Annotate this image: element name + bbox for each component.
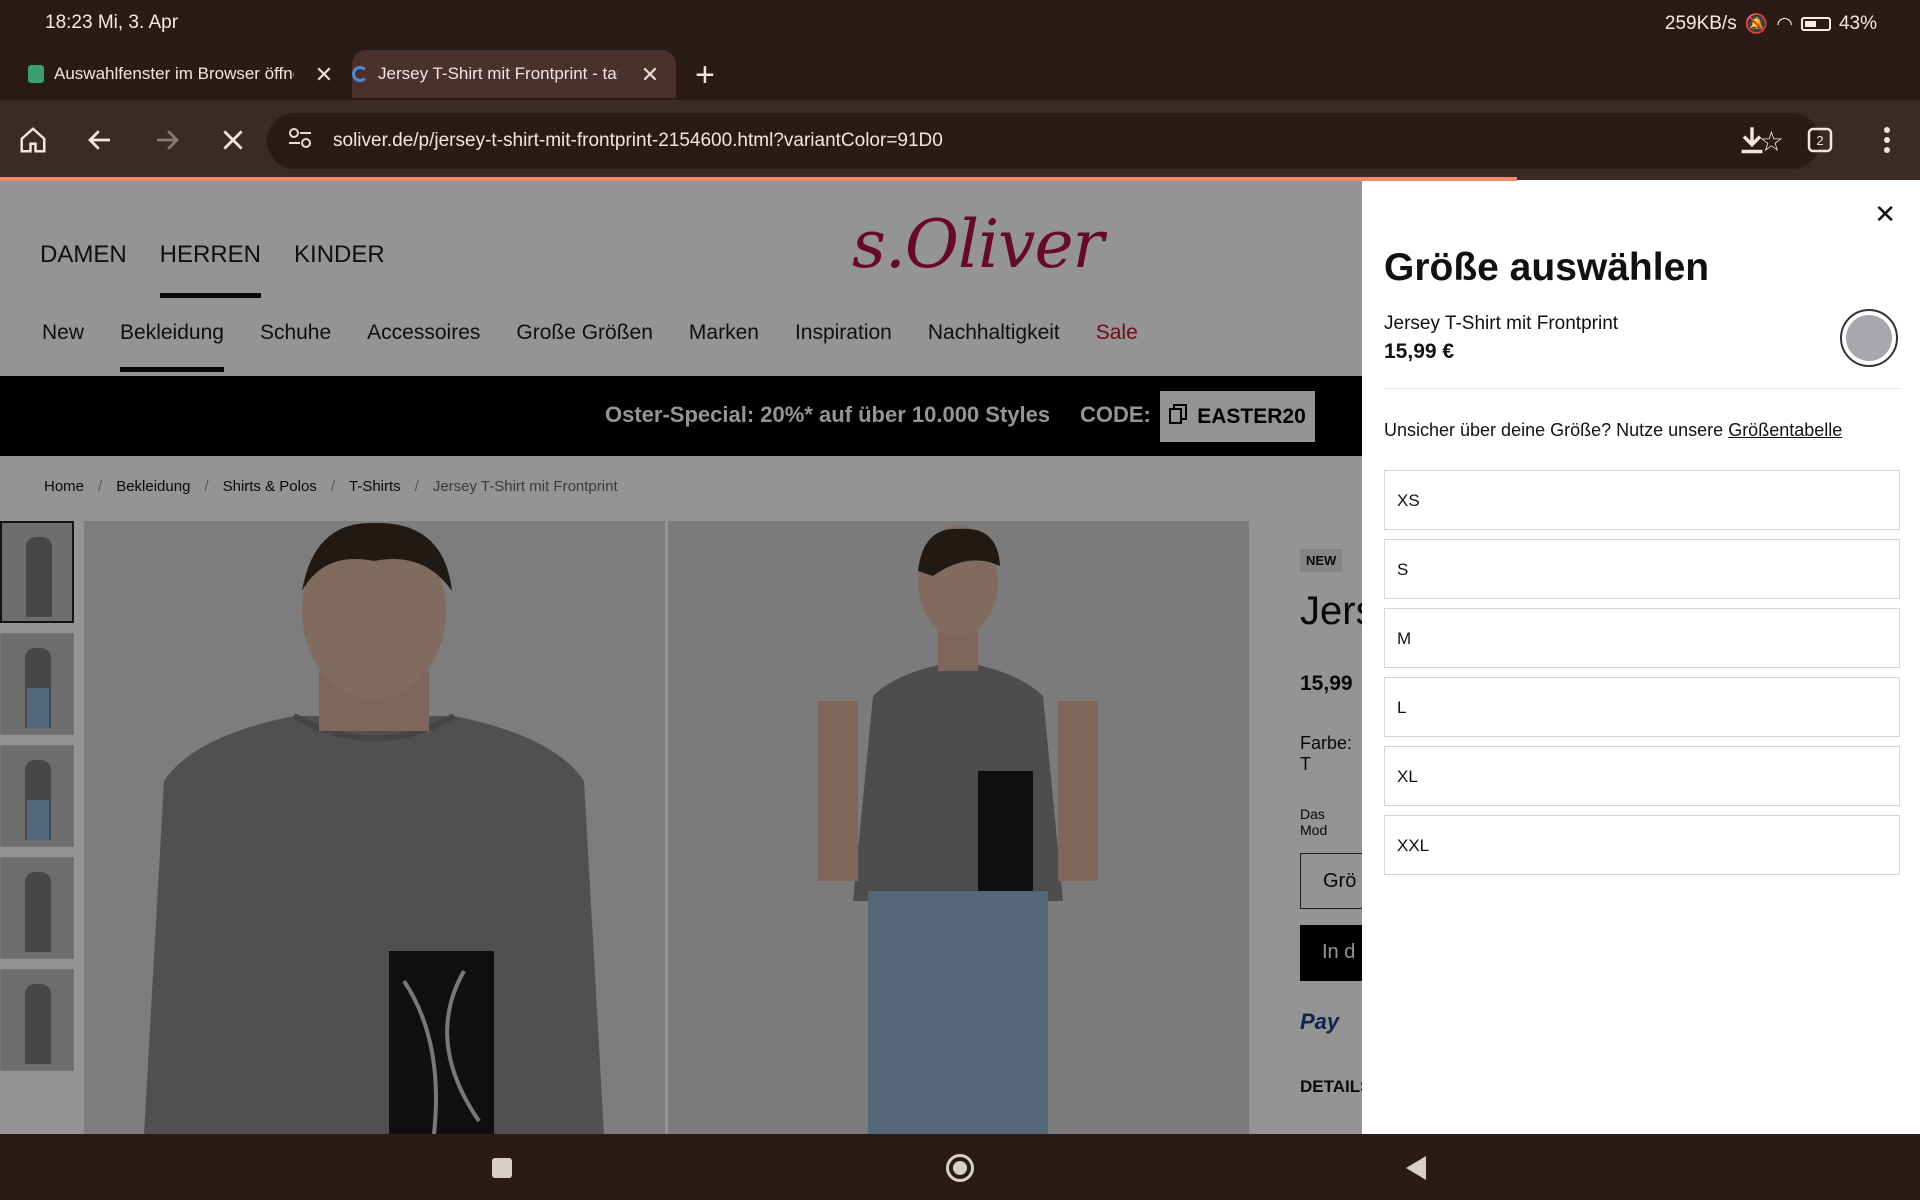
battery-level: 43% <box>1838 13 1877 34</box>
tab-close-icon[interactable]: ✕ <box>312 62 336 88</box>
divider <box>1384 388 1900 389</box>
size-option-s[interactable]: S <box>1384 539 1900 599</box>
browser-toolbar: soliver.de/p/jersey-t-shirt-mit-frontpri… <box>0 100 1920 180</box>
modal-backdrop[interactable] <box>0 181 1362 1134</box>
menu-kebab-icon[interactable] <box>1867 120 1907 160</box>
favicon-icon <box>28 65 44 83</box>
size-option-xxl[interactable]: XXL <box>1384 815 1900 875</box>
tab-auswahlfenster[interactable]: Auswahlfenster im Browser öffnet ✕ <box>28 50 350 98</box>
home-icon[interactable] <box>13 120 53 160</box>
size-selection-drawer: ✕ Größe auswählen Jersey T-Shirt mit Fro… <box>1362 181 1920 1134</box>
size-hint: Unsicher über deine Größe? Nutze unsere … <box>1384 420 1842 441</box>
size-list: XS S M L XL XXL <box>1384 470 1900 884</box>
size-option-xs[interactable]: XS <box>1384 470 1900 530</box>
wifi-icon: ◠ <box>1776 13 1793 35</box>
battery-icon <box>1800 17 1831 31</box>
site-settings-icon[interactable] <box>287 127 317 155</box>
back-icon[interactable] <box>80 120 120 160</box>
loading-spinner-icon <box>352 66 368 82</box>
back-button-icon[interactable] <box>1406 1156 1426 1180</box>
tab-title: Auswahlfenster im Browser öffnet <box>54 64 294 83</box>
tab-switcher-button[interactable]: 2 <box>1800 120 1840 160</box>
tab-strip: Auswahlfenster im Browser öffnet ✕ Jerse… <box>0 46 1920 100</box>
stop-loading-icon[interactable] <box>213 120 253 160</box>
system-nav-bar <box>0 1134 1920 1200</box>
home-button-icon[interactable] <box>946 1154 974 1182</box>
status-bar: 18:23 Mi, 3. Apr 259KB/s 🔕 ◠ 43% <box>0 0 1920 46</box>
tab-jersey-tshirt[interactable]: Jersey T-Shirt mit Frontprint - taube ✕ <box>352 50 676 98</box>
size-chart-link[interactable]: Größentabelle <box>1728 420 1842 440</box>
drawer-title: Größe auswählen <box>1384 246 1710 289</box>
tab-title: Jersey T-Shirt mit Frontprint - taube <box>378 64 618 83</box>
size-option-xl[interactable]: XL <box>1384 746 1900 806</box>
recent-apps-icon[interactable] <box>492 1158 512 1178</box>
clock: 18:23 Mi, 3. Apr <box>45 12 179 33</box>
network-speed: 259KB/s <box>1664 13 1737 34</box>
close-drawer-icon[interactable]: ✕ <box>1874 199 1896 230</box>
drawer-product-name: Jersey T-Shirt mit Frontprint <box>1384 313 1619 334</box>
mute-icon: 🔕 <box>1744 14 1769 35</box>
tab-count: 2 <box>1816 133 1823 148</box>
color-swatch[interactable] <box>1840 309 1898 367</box>
status-icons: 259KB/s 🔕 ◠ 43% <box>1665 12 1877 36</box>
forward-icon[interactable] <box>147 120 187 160</box>
size-hint-text: Unsicher über deine Größe? Nutze unsere <box>1384 420 1729 440</box>
drawer-product-price: 15,99 € <box>1384 340 1455 363</box>
download-icon[interactable] <box>1732 120 1772 160</box>
address-bar[interactable]: soliver.de/p/jersey-t-shirt-mit-frontpri… <box>267 113 1820 169</box>
web-page: DAMEN HERREN KINDER s.Oliver New Bekleid… <box>0 181 1920 1134</box>
tab-close-icon[interactable]: ✕ <box>638 62 662 88</box>
size-option-m[interactable]: M <box>1384 608 1900 668</box>
new-tab-button[interactable]: + <box>695 56 715 95</box>
url-text[interactable]: soliver.de/p/jersey-t-shirt-mit-frontpri… <box>333 130 943 152</box>
size-option-l[interactable]: L <box>1384 677 1900 737</box>
